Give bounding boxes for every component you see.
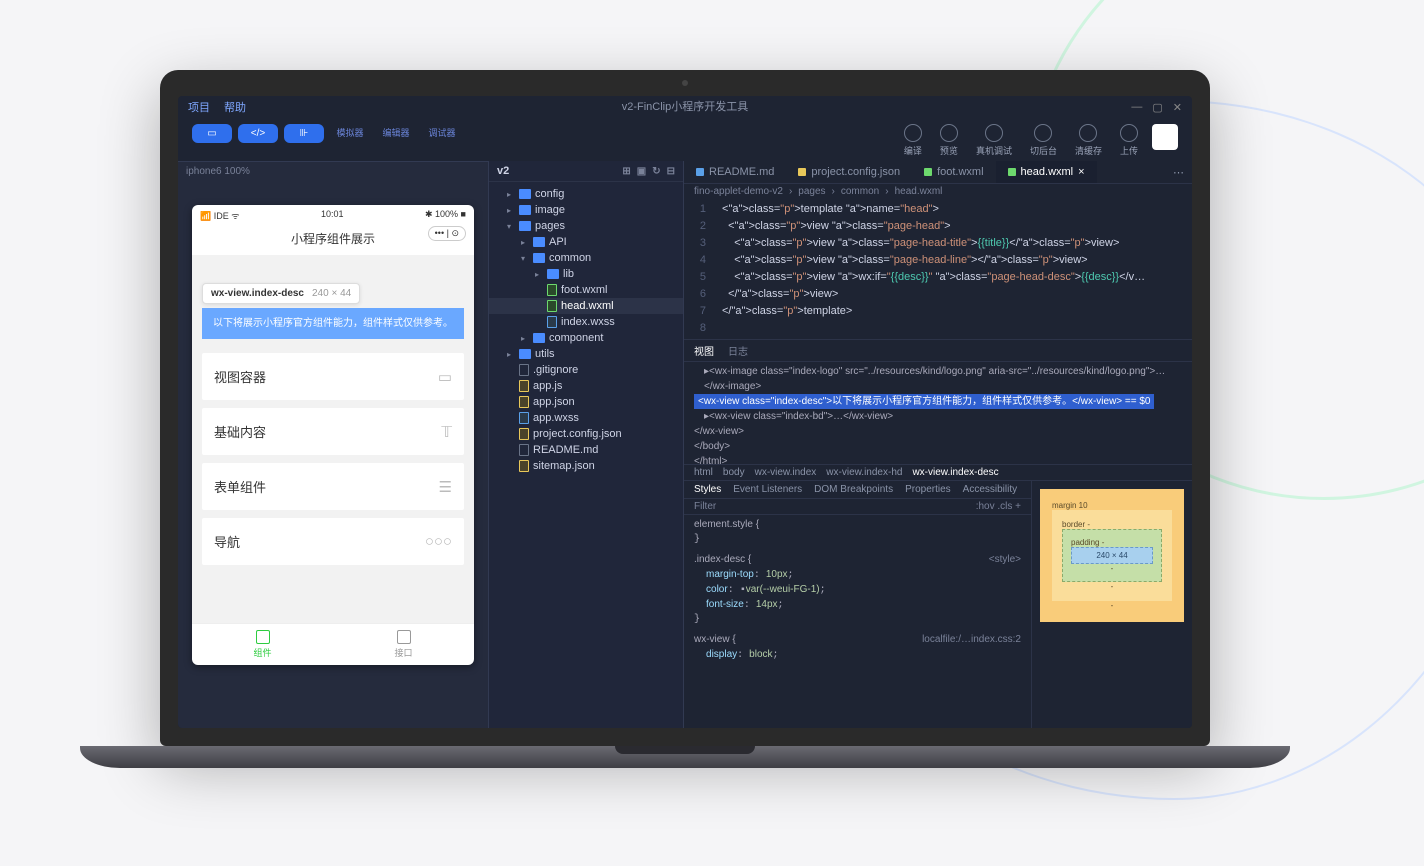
elements-crumb[interactable]: wx-view.index-desc [912,467,998,478]
component-category-3[interactable]: 导航○○○ [202,518,464,565]
window-minimize[interactable]: — [1131,101,1142,114]
window-maximize[interactable]: ▢ [1152,101,1162,114]
breadcrumb: fino-applet-demo-v2›pages›common›head.wx… [684,184,1192,199]
add-rule[interactable]: + [1015,501,1021,512]
tree-item[interactable]: README.md [489,442,683,458]
collapse-icon[interactable]: ⊟ [667,166,675,177]
tree-item[interactable]: .gitignore [489,362,683,378]
code-editor[interactable]: 12345678 <"a">class="p">template "a">nam… [684,199,1192,339]
menu-project[interactable]: 项目 [188,99,210,115]
css-rule-wx-view[interactable]: localfile:/…index.css:2 wx-view { displa… [684,630,1031,666]
devtools-tab-view[interactable]: 视图 [694,343,714,358]
tab-overflow[interactable]: ⋯ [1165,166,1192,179]
styles-subtab[interactable]: Styles [694,484,721,495]
styles-subtab[interactable]: Accessibility [963,484,1017,495]
file-explorer: v2 ⊞ ▣ ↻ ⊟ ▸config▸image▾pages▸API▾commo… [488,161,684,728]
new-file-icon[interactable]: ⊞ [622,166,630,177]
mode-tab-2[interactable]: ⊪ [284,124,324,143]
editor-panel: README.mdproject.config.jsonfoot.wxmlhea… [684,161,1192,728]
elements-crumb[interactable]: html [694,467,713,478]
tree-item[interactable]: ▸component [489,330,683,346]
css-rule-element-style[interactable]: element.style {} [684,515,1031,550]
tree-item[interactable]: ▸utils [489,346,683,362]
tree-item[interactable]: project.config.json [489,426,683,442]
phone-preview: 📶 IDE ᯤ 10:01 ✱ 100% ■ 小程序组件展示 ••• | ⊙ w… [192,205,474,665]
action-compile[interactable]: 编译 [904,124,922,157]
tree-item[interactable]: foot.wxml [489,282,683,298]
tree-item[interactable]: app.json [489,394,683,410]
editor-tab-0[interactable]: README.md [684,161,786,183]
editor-tab-3[interactable]: head.wxml × [996,161,1097,183]
inspect-selector: wx-view.index-desc [211,288,304,299]
tree-item[interactable]: index.wxss [489,314,683,330]
devtools-tab-log[interactable]: 日志 [728,343,748,358]
action-remote[interactable]: 真机调试 [976,124,1012,157]
action-background[interactable]: 切后台 [1030,124,1057,157]
mode-tab-1[interactable]: </> [238,124,278,143]
tabbar-item-0[interactable]: 组件 [192,624,333,665]
styles-subtab[interactable]: DOM Breakpoints [814,484,893,495]
css-rule-index-desc[interactable]: <style> .index-desc { margin-top: 10px; … [684,550,1031,630]
simulator-device-label: iphone6 100% [178,161,488,181]
menu-bar: 项目 帮助 — ▢ ✕ [178,96,1192,118]
laptop-mockup: 项目 帮助 — ▢ ✕ v2-FinClip小程序开发工具 ▭</>⊪模拟器编辑… [160,70,1210,768]
simulator-panel: iphone6 100% 📶 IDE ᯤ 10:01 ✱ 100% ■ 小程序组… [178,161,488,728]
devtools-panel: 视图 日志 ▸<wx-image class="index-logo" src=… [684,339,1192,728]
menu-help[interactable]: 帮助 [224,99,246,115]
box-model: margin 10 border - padding - 240 × 44 - [1032,481,1192,728]
capsule-button[interactable]: ••• | ⊙ [428,226,466,241]
elements-tree[interactable]: ▸<wx-image class="index-logo" src="../re… [684,362,1192,464]
hov-toggle[interactable]: :hov [976,501,995,512]
phone-page-title: 小程序组件展示 [291,232,375,246]
action-cache[interactable]: 清缓存 [1075,124,1102,157]
elements-crumb[interactable]: body [723,467,745,478]
styles-subtab[interactable]: Event Listeners [733,484,802,495]
tabbar-item-1[interactable]: 接口 [333,624,474,665]
component-category-2[interactable]: 表单组件☰ [202,463,464,510]
tree-item[interactable]: sitemap.json [489,458,683,474]
editor-tab-1[interactable]: project.config.json [786,161,912,183]
editor-tab-2[interactable]: foot.wxml [912,161,995,183]
tree-item[interactable]: ▸API [489,234,683,250]
phone-status-left: 📶 IDE ᯤ [200,209,239,222]
action-upload[interactable]: 上传 [1120,124,1138,157]
toolbar: ▭</>⊪模拟器编辑器调试器 编译预览真机调试切后台清缓存上传 [178,118,1192,161]
project-root[interactable]: v2 [497,165,509,177]
tree-item[interactable]: ▾pages [489,218,683,234]
phone-status-time: 10:01 [321,209,344,222]
cls-toggle[interactable]: .cls [997,501,1012,512]
phone-status-right: ✱ 100% ■ [425,209,466,222]
tree-item[interactable]: ▸lib [489,266,683,282]
component-category-1[interactable]: 基础内容𝕋 [202,408,464,455]
elements-crumb[interactable]: wx-view.index-hd [826,467,902,478]
selected-desc-view[interactable]: 以下将展示小程序官方组件能力，组件样式仅供参考。 [202,308,464,339]
new-folder-icon[interactable]: ▣ [637,166,646,177]
inspect-tooltip: wx-view.index-desc 240 × 44 [202,283,360,304]
styles-subtab[interactable]: Properties [905,484,951,495]
tree-item[interactable]: app.wxss [489,410,683,426]
window-close[interactable]: ✕ [1173,101,1182,114]
styles-filter[interactable]: Filter [694,501,716,512]
mode-tab-0[interactable]: ▭ [192,124,232,143]
elements-crumb[interactable]: wx-view.index [755,467,817,478]
inspect-size: 240 × 44 [312,288,351,299]
ide-window: 项目 帮助 — ▢ ✕ v2-FinClip小程序开发工具 ▭</>⊪模拟器编辑… [178,96,1192,728]
tree-item[interactable]: ▾common [489,250,683,266]
action-preview[interactable]: 预览 [940,124,958,157]
avatar[interactable] [1152,124,1178,150]
tree-item[interactable]: ▸image [489,202,683,218]
component-category-0[interactable]: 视图容器▭ [202,353,464,400]
tree-item[interactable]: ▸config [489,186,683,202]
refresh-icon[interactable]: ↻ [652,166,660,177]
tree-item[interactable]: head.wxml [489,298,683,314]
tree-item[interactable]: app.js [489,378,683,394]
